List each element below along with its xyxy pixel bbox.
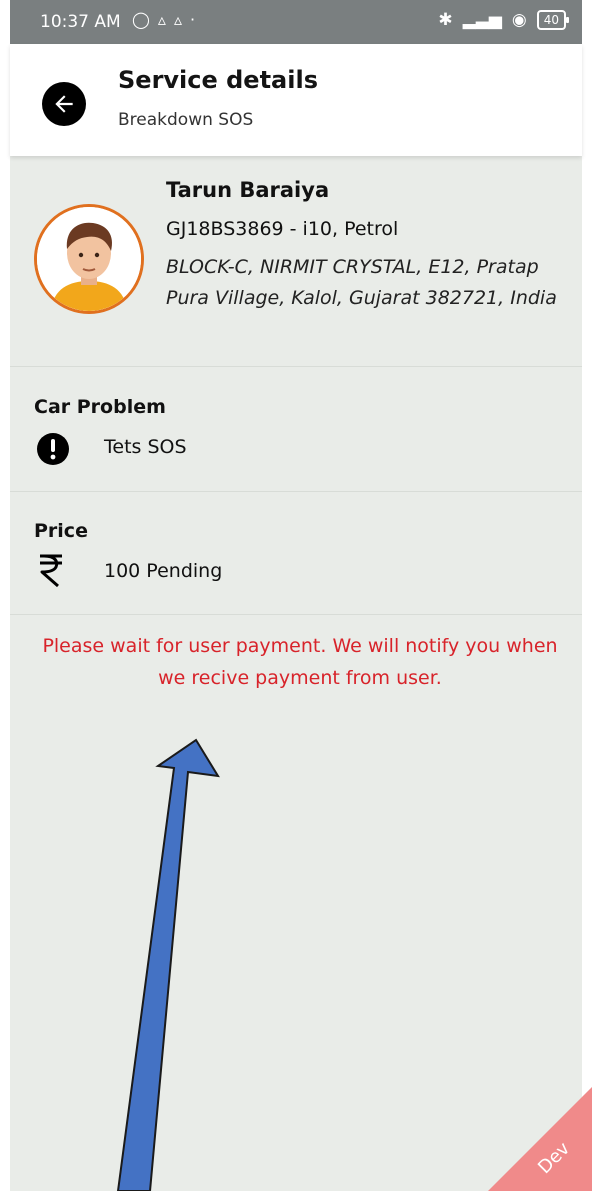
app-notification-icon: ▵ [173,10,182,29]
page-subtitle: Breakdown SOS [118,110,254,130]
system-icons: ✱ ▂▃▅ ◉ 40 [438,10,570,30]
arrow-left-icon [55,95,73,113]
app-notification-icon: ▵ [157,10,166,29]
price-label: Price [34,520,88,542]
status-time: 10:37 AM [40,12,121,32]
divider [10,614,582,615]
divider [10,366,582,367]
notification-icons: ◯ ▵ ▵ · [132,10,195,29]
signal-icon: ▂▃▅ [462,10,502,30]
status-bar: 10:37 AM ◯ ▵ ▵ · ✱ ▂▃▅ ◉ 40 [10,0,582,44]
divider [10,491,582,492]
price-value: 100 Pending [104,560,223,582]
page-title: Service details [118,66,318,94]
app-bar: Service details Breakdown SOS [10,44,582,156]
car-problem-label: Car Problem [34,396,166,418]
dot-icon: · [189,10,196,29]
customer-address: BLOCK-C, NIRMIT CRYSTAL, E12, Pratap Pur… [166,256,557,309]
customer-name: Tarun Baraiya [166,178,330,202]
user-avatar-icon [37,207,141,311]
battery-icon: 40 [536,10,570,30]
wifi-icon: ◉ [511,10,527,30]
vehicle-info: GJ18BS3869 - i10, Petrol [166,218,399,240]
car-problem-value: Tets SOS [104,436,187,458]
bluetooth-icon: ✱ [438,10,453,30]
avatar [34,204,144,314]
back-button[interactable] [42,82,86,126]
payment-notice: Please wait for user payment. We will no… [42,635,558,689]
rupee-icon [36,552,66,592]
screen: 10:37 AM ◯ ▵ ▵ · ✱ ▂▃▅ ◉ 40 Service deta… [0,0,592,1191]
service-details-content: Tarun Baraiya GJ18BS3869 - i10, Petrol B… [10,156,582,1191]
whatsapp-icon: ◯ [132,10,150,29]
exclamation-circle-icon [36,432,70,470]
